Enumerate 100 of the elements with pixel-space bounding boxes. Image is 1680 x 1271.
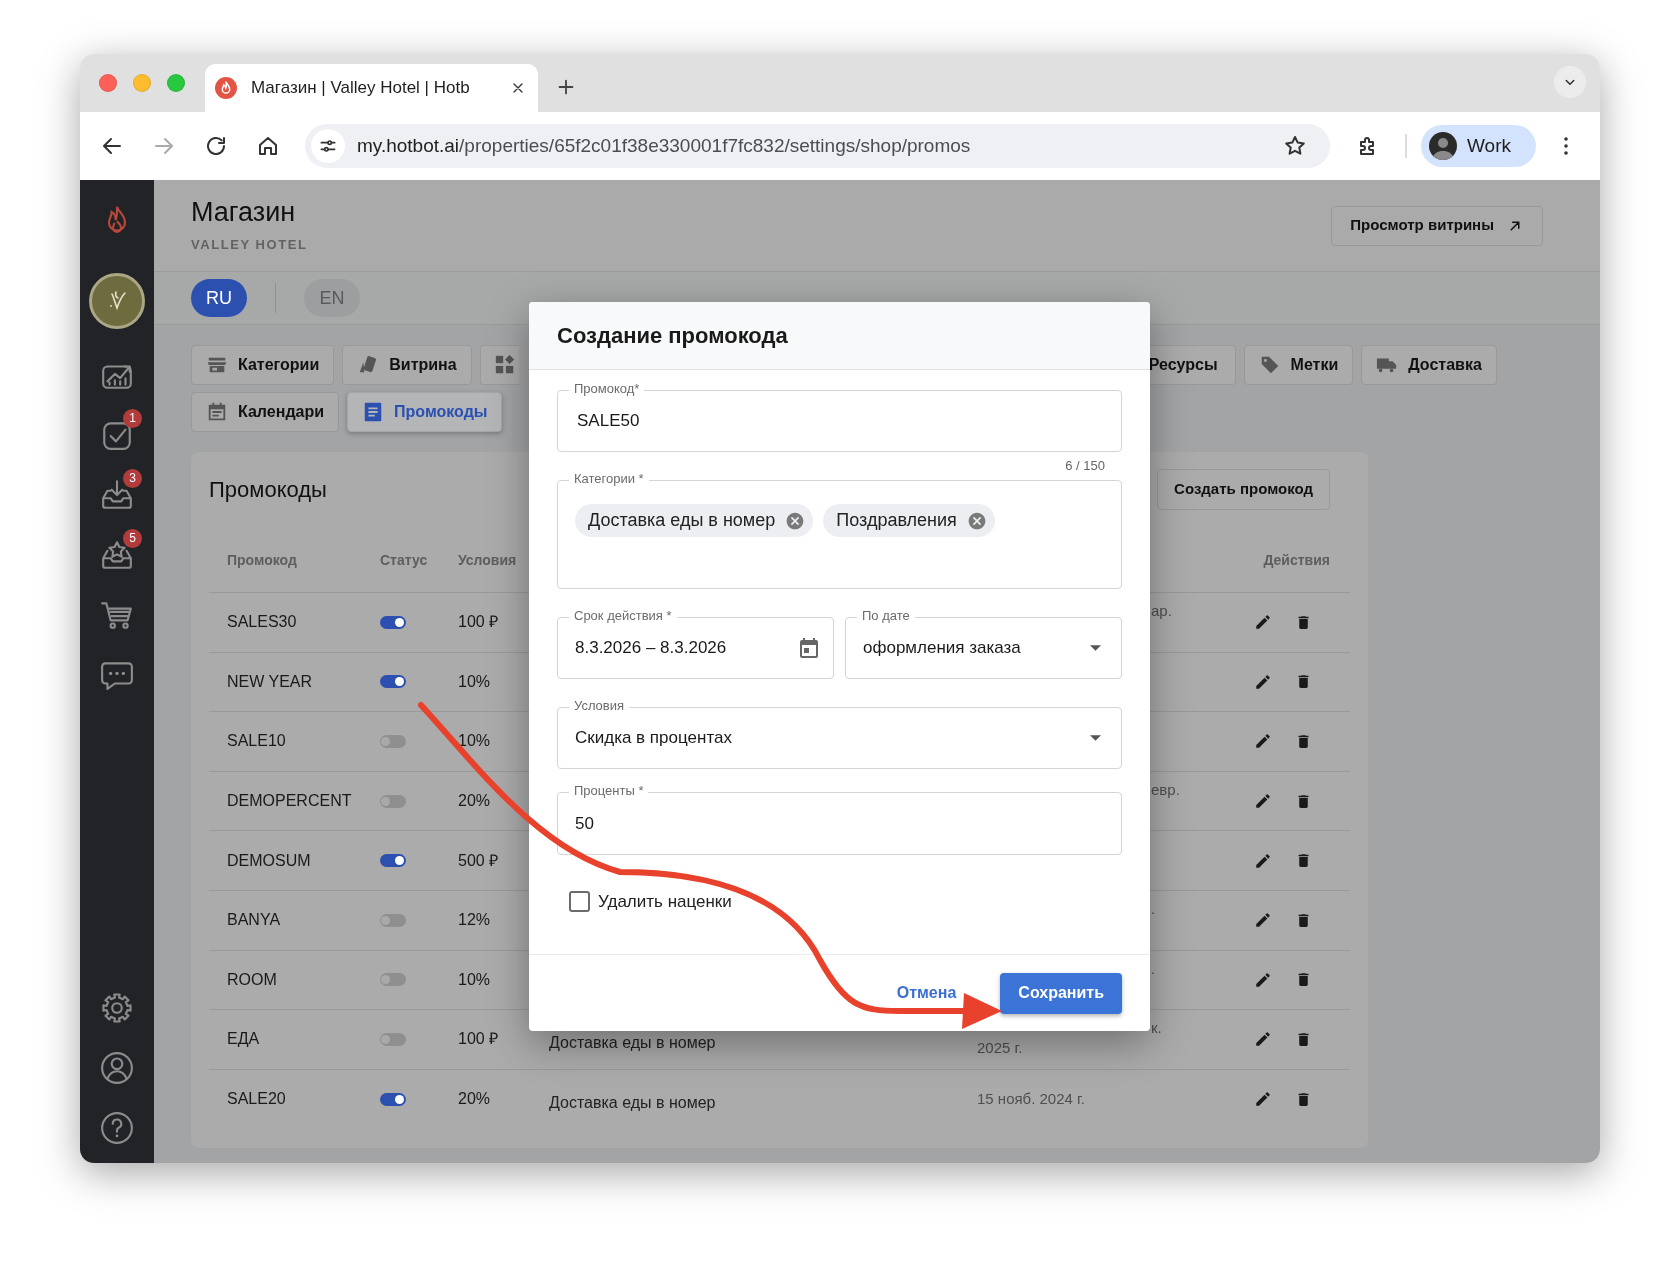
column-header: Статус [379, 550, 429, 570]
calendar-icon[interactable] [797, 636, 821, 660]
tab[interactable]: Метки [1243, 345, 1354, 385]
calendar-icon [206, 401, 228, 423]
promo-code: DEMOPERCENT [226, 791, 353, 812]
edit-icon[interactable] [1254, 613, 1272, 632]
page-title: Магазин [191, 196, 297, 227]
promo-condition: 500 ₽ [457, 850, 500, 871]
promo-code: SALES30 [226, 612, 298, 633]
favicon [215, 77, 237, 99]
help-icon[interactable] [100, 1111, 134, 1145]
status-toggle[interactable] [380, 1032, 406, 1046]
notification-count: 5 [123, 529, 142, 548]
create-promo-button[interactable]: Создать промокод [1157, 469, 1330, 510]
cancel-button[interactable]: Отмена [892, 981, 961, 1005]
promo-date: . [1151, 898, 1156, 919]
promo-condition: 100 ₽ [457, 612, 500, 633]
language-tab[interactable]: RU [191, 279, 247, 317]
tab[interactable]: Витрина [342, 345, 472, 385]
hotel-logo[interactable] [89, 273, 145, 329]
home-icon[interactable] [256, 134, 280, 158]
promo-code: NEW YEAR [226, 671, 314, 692]
notification-count: 3 [123, 469, 142, 488]
promo-condition: 10% [457, 731, 492, 752]
save-button[interactable]: Сохранить [1000, 972, 1122, 1014]
dialog-title: Создание промокода [557, 322, 788, 350]
avatar [1429, 132, 1457, 160]
edit-icon[interactable] [1254, 970, 1272, 989]
reload-icon[interactable] [204, 134, 228, 158]
promo-code: ROOM [226, 969, 278, 990]
tab[interactable]: Категории [191, 345, 335, 385]
edit-icon[interactable] [1254, 1030, 1272, 1049]
edit-icon[interactable] [1254, 911, 1272, 930]
character-counter: 6 / 150 [1064, 457, 1106, 475]
tab[interactable]: Календари [191, 392, 340, 432]
field-label: Категории * [569, 471, 649, 487]
category-chip[interactable]: Доставка еды в номер [575, 504, 814, 537]
edit-icon[interactable] [1254, 672, 1272, 691]
card-title: Промокоды [209, 476, 327, 504]
promo-code: SALE20 [226, 1089, 287, 1110]
status-toggle[interactable] [380, 1092, 406, 1106]
address-bar[interactable]: my.hotbot.ai/properties/65f2c01f38e330001f7fc832/settings/shop/promos [305, 124, 1330, 168]
browser-tab[interactable]: Магазин | Valley Hotel | Hotb [205, 64, 538, 112]
remove-icon[interactable] [785, 510, 806, 531]
status-toggle[interactable] [380, 913, 406, 927]
remove-icon[interactable] [966, 510, 987, 531]
edit-icon[interactable] [1254, 1090, 1272, 1109]
promo-code: DEMOSUM [226, 850, 312, 871]
promo-condition: 20% [457, 791, 492, 812]
promo-condition: 100 ₽ [457, 1029, 500, 1050]
user-icon[interactable] [100, 1051, 134, 1085]
promo-date: ар. [1151, 601, 1172, 621]
tab[interactable]: Промокоды [347, 392, 503, 432]
promo-category: Доставка еды в номер [549, 1034, 716, 1052]
field-label: По дате [857, 608, 915, 624]
site-settings-button[interactable] [311, 129, 345, 163]
promo-condition: 10% [457, 969, 492, 990]
category-chip[interactable]: Поздравления [823, 504, 995, 537]
promo-code: BANYA [226, 910, 282, 931]
storefront-button[interactable]: Просмотр витрины [1331, 205, 1543, 246]
checkbox-label: Удалить наценки [598, 891, 732, 913]
bookmark-star-icon[interactable] [1283, 134, 1307, 158]
settings-icon[interactable] [100, 991, 134, 1025]
widgets-icon [493, 354, 516, 376]
page-subtitle: VALLEY HOTEL [191, 235, 308, 254]
column-header: Действия [1262, 550, 1331, 570]
edit-icon[interactable] [1254, 851, 1272, 870]
promo-condition: 10% [457, 671, 492, 692]
url-text: my.hotbot.ai/properties/65f2c01f38e330001f7fc832/settings/shop/promos [357, 133, 971, 158]
close-window-button[interactable] [99, 74, 117, 92]
checkbox[interactable] [569, 891, 590, 913]
notification-count: 1 [123, 409, 142, 428]
status-toggle[interactable] [380, 854, 406, 868]
promo-date: . [1151, 958, 1156, 979]
promo-code: ЕДА [226, 1029, 261, 1050]
status-toggle[interactable] [380, 735, 406, 748]
promo-condition: 20% [457, 1089, 492, 1110]
tab[interactable] [479, 345, 519, 385]
status-toggle[interactable] [380, 973, 406, 987]
promo-date: 2025 г. [977, 1038, 1023, 1059]
dropdown-caret-icon [1090, 645, 1101, 651]
column-header: Промокод [226, 550, 298, 570]
profile-button[interactable]: Work [1421, 125, 1536, 167]
status-toggle[interactable] [380, 675, 406, 689]
promo-date: 15 нояб. 2024 г. [977, 1089, 1085, 1110]
promo-date: евр. [1151, 779, 1180, 800]
promo-date: к. [1151, 1018, 1162, 1039]
dropdown-caret-icon [1090, 735, 1101, 741]
promo-code: SALE10 [226, 731, 287, 752]
column-header: Условия [457, 550, 518, 570]
tab[interactable]: Доставка [1361, 345, 1497, 385]
edit-icon[interactable] [1254, 792, 1272, 811]
edit-icon[interactable] [1254, 732, 1272, 751]
field-label: Промокод* [569, 381, 645, 397]
promo-category: Доставка еды в номер [549, 1094, 716, 1112]
field-label: Проценты * [569, 783, 649, 799]
status-toggle[interactable] [380, 794, 406, 808]
promo-condition: 12% [457, 910, 492, 931]
status-toggle[interactable] [380, 615, 406, 629]
field-label: Срок действия * [569, 608, 677, 624]
